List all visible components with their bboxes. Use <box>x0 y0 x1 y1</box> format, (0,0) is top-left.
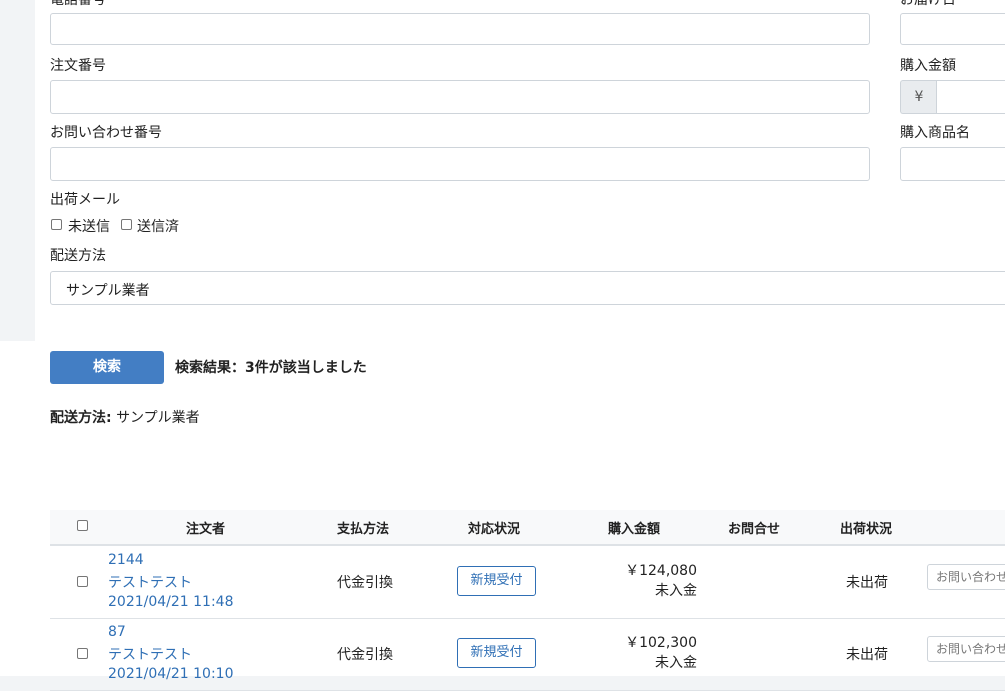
search-result-text: 検索結果：3件が該当しました <box>175 360 367 376</box>
payment-method: 代金引換 <box>337 575 393 591</box>
select-all-checkbox[interactable] <box>77 520 88 531</box>
shipping-status: 未出荷 <box>846 575 888 591</box>
purchase-amount-value: ￥102,300 <box>625 635 697 651</box>
delivery-date-input[interactable] <box>900 13 1005 45</box>
row-checkbox[interactable] <box>77 576 88 587</box>
order-date-link[interactable]: 2021/04/21 10:10 <box>108 666 234 682</box>
col-amount: 購入金額 <box>608 522 661 537</box>
order-date-link[interactable]: 2021/04/21 11:48 <box>108 594 234 610</box>
order-number-input[interactable] <box>50 80 870 114</box>
applied-filter-label: 配送方法: <box>50 410 112 426</box>
inquiry-number-input[interactable] <box>50 147 870 181</box>
yen-addon: ¥ <box>900 80 937 114</box>
status-button[interactable]: 新規受付 <box>457 566 536 596</box>
purchase-amount-value: ￥124,080 <box>625 563 697 579</box>
col-inquiry: お問合せ <box>728 522 781 537</box>
table-row: 87 テストテスト 2021/04/21 10:10 代金引換 新規受付 ￥10… <box>50 618 1005 691</box>
unsent-checkbox[interactable] <box>51 219 62 230</box>
orderer-name-link[interactable]: テストテスト <box>108 572 192 592</box>
delivery-method-label: 配送方法 <box>50 248 106 264</box>
inquiry-number-label: お問い合わせ番号 <box>50 125 162 141</box>
row-checkbox[interactable] <box>77 648 88 659</box>
shipping-mail-label: 出荷メール <box>50 192 120 208</box>
delivery-date-label: お届け日 <box>900 0 956 8</box>
shipping-status: 未出荷 <box>846 647 888 663</box>
table-header: 注文者 支払方法 対応状況 購入金額 お問合せ 出荷状況 <box>50 510 1005 546</box>
col-status: 対応状況 <box>468 522 521 537</box>
col-shipping: 出荷状況 <box>840 522 893 537</box>
payment-status: 未入金 <box>655 655 697 671</box>
sent-checkbox[interactable] <box>121 219 132 230</box>
payment-status: 未入金 <box>655 583 697 599</box>
order-id-link[interactable]: 2144 <box>108 552 144 568</box>
purchase-amount-label: 購入金額 <box>900 58 956 74</box>
unsent-label: 未送信 <box>68 219 110 235</box>
order-id-link[interactable]: 87 <box>108 624 126 640</box>
payment-method: 代金引換 <box>337 647 393 663</box>
status-button[interactable]: 新規受付 <box>457 638 536 668</box>
phone-input[interactable] <box>50 13 870 45</box>
search-button[interactable]: 検索 <box>50 351 164 384</box>
col-orderer: 注文者 <box>186 522 226 537</box>
product-name-input[interactable] <box>900 147 1005 181</box>
delivery-method-selected: サンプル業者 <box>66 283 150 299</box>
order-number-label: 注文番号 <box>50 58 106 74</box>
applied-filter-value: サンプル業者 <box>116 410 200 426</box>
inquiry-input[interactable]: お問い合わせ <box>927 564 1005 590</box>
delivery-method-select[interactable]: サンプル業者 <box>50 271 1005 305</box>
purchase-amount-input[interactable] <box>936 80 1005 114</box>
inquiry-input[interactable]: お問い合わせ <box>927 636 1005 662</box>
product-name-label: 購入商品名 <box>900 125 970 141</box>
table-row: 2144 テストテスト 2021/04/21 11:48 代金引換 新規受付 ￥… <box>50 546 1005 619</box>
applied-filter: 配送方法: サンプル業者 <box>50 407 200 427</box>
sent-label: 送信済 <box>137 219 179 235</box>
col-payment: 支払方法 <box>337 522 390 537</box>
orderer-name-link[interactable]: テストテスト <box>108 644 192 664</box>
phone-label: 電話番号 <box>50 0 106 8</box>
